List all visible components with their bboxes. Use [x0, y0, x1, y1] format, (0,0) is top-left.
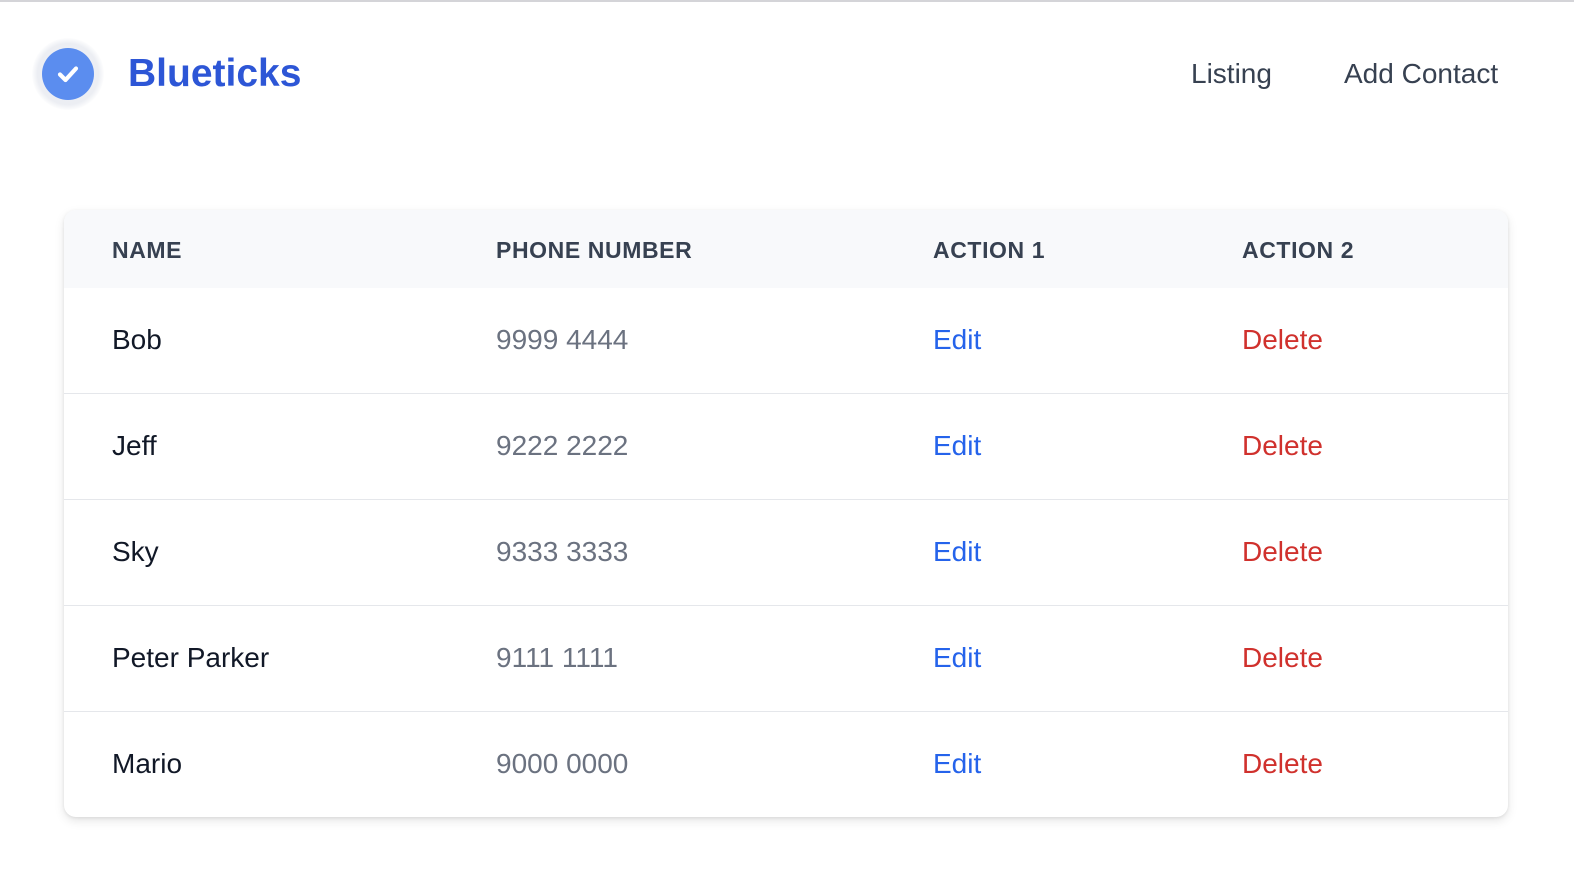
contact-phone: 9333 3333 [496, 536, 629, 567]
table-row: Bob 9999 4444 Edit Delete [64, 288, 1508, 393]
contact-phone: 9222 2222 [496, 430, 629, 461]
edit-link[interactable]: Edit [933, 500, 981, 604]
column-header-action-2: ACTION 2 [1242, 237, 1355, 263]
contact-name: Bob [112, 324, 162, 355]
delete-link[interactable]: Delete [1242, 500, 1323, 604]
table-body: Bob 9999 4444 Edit Delete Jeff 9222 2222… [64, 288, 1508, 817]
table-row: Sky 9333 3333 Edit Delete [64, 499, 1508, 605]
contact-phone: 9000 0000 [496, 748, 629, 779]
contact-name: Mario [112, 748, 183, 779]
column-header-phone: PHONE NUMBER [496, 237, 693, 263]
delete-link[interactable]: Delete [1242, 606, 1323, 710]
header: Blueticks Listing Add Contact [0, 0, 1574, 150]
nav-listing-link[interactable]: Listing [1191, 54, 1272, 94]
edit-link[interactable]: Edit [933, 712, 981, 816]
contact-name: Sky [112, 536, 159, 567]
brand-name[interactable]: Blueticks [128, 50, 301, 98]
edit-link[interactable]: Edit [933, 394, 981, 498]
contact-name: Jeff [112, 430, 157, 461]
brand-logo[interactable] [32, 38, 104, 110]
table-row: Jeff 9222 2222 Edit Delete [64, 393, 1508, 499]
edit-link[interactable]: Edit [933, 288, 981, 392]
check-circle-icon [42, 48, 94, 100]
contact-phone: 9999 4444 [496, 324, 629, 355]
contact-phone: 9111 1111 [496, 642, 618, 673]
contacts-table: NAME PHONE NUMBER ACTION 1 ACTION 2 Bob … [64, 210, 1508, 817]
column-header-action-1: ACTION 1 [933, 237, 1046, 263]
contact-name: Peter Parker [112, 642, 270, 673]
delete-link[interactable]: Delete [1242, 288, 1323, 392]
table-row: Mario 9000 0000 Edit Delete [64, 711, 1508, 817]
delete-link[interactable]: Delete [1242, 712, 1323, 816]
table-row: Peter Parker 9111 1111 Edit Delete [64, 605, 1508, 711]
delete-link[interactable]: Delete [1242, 394, 1323, 498]
nav-add-contact-link[interactable]: Add Contact [1344, 54, 1498, 94]
edit-link[interactable]: Edit [933, 606, 981, 710]
table-header: NAME PHONE NUMBER ACTION 1 ACTION 2 [64, 210, 1508, 288]
column-header-name: NAME [112, 237, 183, 263]
